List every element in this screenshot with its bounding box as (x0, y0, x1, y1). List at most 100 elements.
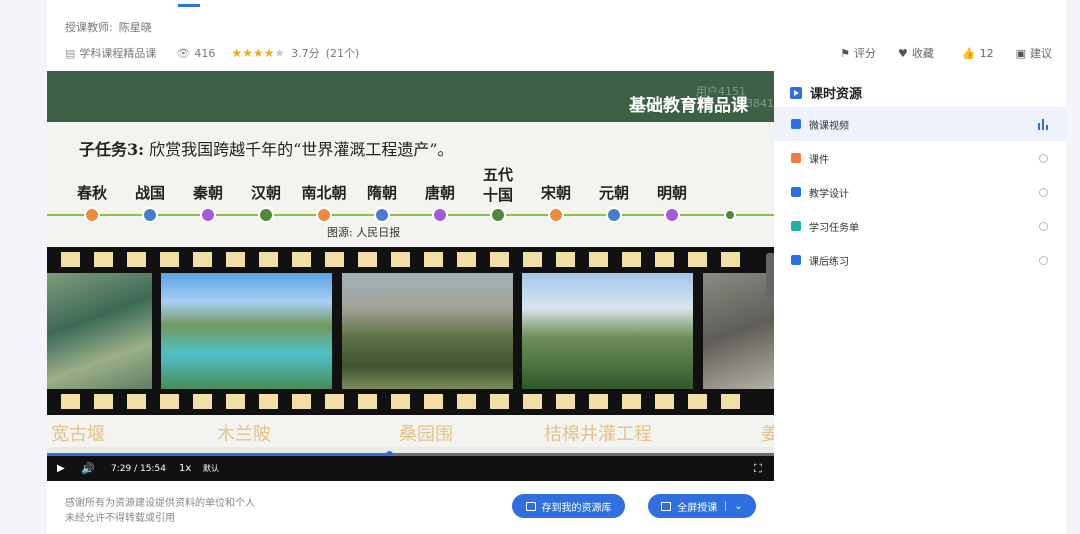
task-text: 欣赏我国跨越千年的“世界灌溉工程遗产”。 (149, 140, 454, 159)
film-hole (556, 252, 575, 267)
resource-label: 教学设计 (809, 188, 849, 200)
video-player[interactable]: 用户4151 03841 基础教育精品课 子任务3: 欣赏我国跨越千年的“世界灌… (47, 71, 774, 481)
after-class-exercise-icon (791, 255, 801, 265)
rating-count: (21个) (325, 47, 360, 60)
dynasty-label: 南北朝 (301, 184, 347, 202)
film-hole (655, 252, 674, 267)
caption-3: 桑园围 (399, 424, 453, 445)
dynasty-label: 元朝 (598, 184, 629, 202)
active-tab-indicator (178, 4, 200, 7)
photo-frame-3 (342, 273, 513, 389)
photo-captions: 宽古堰 木兰陂 桑园围 桔槔井灌工程 姜 (47, 415, 774, 447)
film-hole (556, 394, 575, 409)
volume-icon[interactable]: 🔊 (81, 462, 95, 475)
screen-icon (661, 501, 672, 511)
rating-stars: ★★★★★ (231, 46, 286, 60)
film-hole (721, 394, 740, 409)
suggest-button[interactable]: ▣ 建议 (1016, 45, 1052, 61)
film-hole (127, 252, 146, 267)
film-hole (259, 394, 278, 409)
dynasty-label: 战国 (134, 184, 165, 202)
film-hole (589, 252, 608, 267)
film-hole (94, 394, 113, 409)
play-icon[interactable]: ▶ (57, 463, 65, 474)
timeline-dot (84, 207, 100, 223)
dynasty-label: 汉朝 (250, 184, 281, 202)
film-hole (226, 252, 245, 267)
film-hole (688, 394, 707, 409)
quality-button[interactable]: 默认 (203, 463, 219, 474)
favorite-button[interactable]: ♥ 收藏 (898, 45, 934, 61)
resource-panel: 课时资源 微课视频 课件 教学设计 学习任务单 课后练习 (774, 71, 1066, 481)
film-strip (47, 247, 774, 415)
film-hole (259, 252, 278, 267)
micro-video-icon (791, 119, 801, 129)
resource-label: 学习任务单 (809, 222, 859, 234)
photo-frame-4 (522, 273, 693, 389)
teacher-info: 授课教师: 陈星晓 (65, 19, 158, 35)
course-category: 学科课程精品课 (79, 47, 157, 60)
thanks-line-2: 未经允许不得转载或引用 (65, 513, 175, 524)
resource-label: 课后练习 (809, 256, 849, 268)
film-hole (523, 394, 542, 409)
thumbs-up-icon: 👍 (961, 46, 976, 60)
player-controls: ▶ 🔊 7:29 / 15:54 1x 默认 ⛶ (47, 456, 774, 481)
film-hole (193, 394, 212, 409)
film-holes-top (61, 252, 740, 267)
film-hole (622, 394, 641, 409)
teacher-name: 陈星晓 (118, 21, 152, 34)
speed-button[interactable]: 1x (179, 463, 191, 474)
film-hole (61, 394, 80, 409)
like-count: 12 (979, 46, 994, 60)
timeline-dot (432, 207, 448, 223)
film-hole (523, 252, 542, 267)
suggest-label: 建议 (1030, 47, 1052, 60)
timeline-dot (258, 207, 274, 223)
like-button[interactable]: 👍 12 (962, 45, 994, 61)
resource-label: 课件 (809, 154, 829, 166)
comment-icon: ▣ (1015, 46, 1026, 60)
status-circle-icon (1039, 153, 1048, 163)
timeline-dot (374, 207, 390, 223)
dynasty-label: 隋朝 (366, 184, 397, 202)
course-actions: ⚑ 评分 ♥ 收藏 👍 12 ▣ 建议 (818, 45, 1052, 61)
film-hole (457, 394, 476, 409)
film-holes-bottom (61, 394, 740, 409)
thanks-note: 感谢所有为资源建设提供资料的单位和个人 未经允许不得转载或引用 (65, 496, 255, 526)
timeline-dot (142, 207, 158, 223)
rating-score: 3.7分 (291, 47, 320, 60)
film-hole (391, 252, 410, 267)
chevron-down-icon[interactable]: ⌄ (734, 501, 742, 512)
image-source: 图源: 人民日报 (327, 226, 401, 239)
current-time: 7:29 (111, 463, 132, 474)
thanks-line-1: 感谢所有为资源建设提供资料的单位和个人 (65, 498, 255, 509)
film-hole (325, 252, 344, 267)
photo-frame-5 (703, 273, 774, 389)
resource-item-teaching-design[interactable]: 教学设计 (774, 175, 1066, 209)
fullscreen-teach-button[interactable]: 全屏授课 ⌄ (648, 494, 756, 518)
timeline-dot (490, 207, 506, 223)
timeline-dot (664, 207, 680, 223)
dynasty-label: 秦朝 (192, 184, 223, 202)
video-icon (790, 86, 802, 99)
flag-icon: ⚑ (840, 46, 851, 60)
film-hole (292, 394, 311, 409)
film-hole (127, 394, 146, 409)
resource-item-courseware[interactable]: 课件 (774, 141, 1066, 175)
film-hole (226, 394, 245, 409)
folder-icon (525, 501, 536, 511)
caption-4: 桔槔井灌工程 (544, 424, 652, 445)
film-hole (589, 394, 608, 409)
rate-button[interactable]: ⚑ 评分 (840, 45, 876, 61)
resource-item-micro-video[interactable]: 微课视频 (774, 107, 1066, 141)
film-hole (61, 252, 80, 267)
save-to-library-button[interactable]: 存到我的资源库 (512, 494, 625, 518)
film-hole (391, 394, 410, 409)
side-collapse-tab[interactable] (766, 253, 774, 297)
dynasty-label: 宋朝 (540, 184, 571, 202)
resource-item-after-class-exercise[interactable]: 课后练习 (774, 243, 1066, 277)
dynasty-label: 春秋 (76, 184, 107, 202)
fullscreen-icon[interactable]: ⛶ (754, 462, 762, 476)
resource-item-task-sheet[interactable]: 学习任务单 (774, 209, 1066, 243)
playing-bars-icon (1038, 118, 1048, 130)
